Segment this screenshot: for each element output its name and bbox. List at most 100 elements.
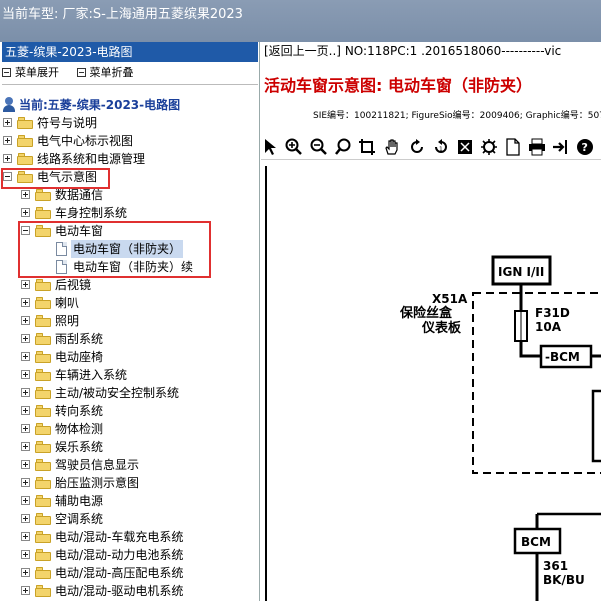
tree-item-hvac[interactable]: 空调系统 <box>0 510 240 528</box>
tree-item-lighting[interactable]: 照明 <box>0 312 240 330</box>
tree-item-label: 照明 <box>55 314 80 328</box>
folder-icon <box>35 513 51 525</box>
tree-item-ev-charging[interactable]: 电动/混动-车载充电系统 <box>0 528 250 546</box>
expand-plus-icon[interactable] <box>21 316 30 325</box>
tree-item-label: 胎压监测示意图 <box>55 476 140 490</box>
page-icon[interactable] <box>503 137 523 157</box>
tree-item-label: 驾驶员信息显示 <box>55 458 140 472</box>
tree-item-horn[interactable]: 喇叭 <box>0 294 240 312</box>
expand-plus-icon[interactable] <box>3 154 12 163</box>
folder-icon <box>17 153 33 165</box>
tree-item-safety-control[interactable]: 主动/被动安全控制系统 <box>0 384 240 402</box>
zoom-in-icon[interactable] <box>284 137 304 157</box>
tree-item-label: 物体检测 <box>55 422 104 436</box>
help-icon[interactable]: ? <box>575 137 595 157</box>
expand-plus-icon[interactable] <box>21 514 30 523</box>
tree-item-power-seats[interactable]: 电动座椅 <box>0 348 240 366</box>
left-tree-panel: 五菱-缤果-2023-电路图 菜单展开 菜单折叠 当前:五菱-缤果-2023-电… <box>0 42 260 601</box>
tree-item-electrical-center[interactable]: 电气中心标示视图 <box>0 132 240 150</box>
nav-line: [返回上一页..] NO:118PC:1 .2016518060--------… <box>264 42 561 59</box>
expand-plus-icon[interactable] <box>21 388 30 397</box>
tree-item-label: 转向系统 <box>55 404 104 418</box>
tree-item-ev-drive-motor[interactable]: 电动/混动-驱动电机系统 <box>0 582 250 600</box>
collapse-icon <box>76 68 86 77</box>
tree-item-wipers[interactable]: 雨刮系统 <box>0 330 240 348</box>
expand-plus-icon[interactable] <box>3 118 12 127</box>
folder-icon <box>35 279 51 291</box>
tree-item-ev-battery[interactable]: 电动/混动-动力电池系统 <box>0 546 250 564</box>
tree-item-label: 线路系统和电源管理 <box>37 152 146 166</box>
pan-hand-icon[interactable] <box>382 137 402 157</box>
expand-plus-icon[interactable] <box>21 460 30 469</box>
folder-icon <box>35 315 51 327</box>
expand-plus-icon[interactable] <box>21 334 30 343</box>
expand-plus-icon[interactable] <box>21 478 30 487</box>
folder-icon <box>35 405 51 417</box>
tree-root[interactable]: 当前:五菱-缤果-2023-电路图 <box>0 96 240 114</box>
wiring-diagram: IGN I/II -BCM X51A 保险丝盒 仪表板 F31D 10A BCM… <box>399 255 601 601</box>
crop-icon[interactable] <box>357 137 377 157</box>
print-icon[interactable] <box>527 137 547 157</box>
wire-color: BK/BU <box>543 573 585 587</box>
tree-item-aux-power[interactable]: 辅助电源 <box>0 492 240 510</box>
expand-plus-icon[interactable] <box>21 532 30 541</box>
folder-icon <box>35 351 51 363</box>
expand-plus-icon[interactable] <box>21 424 30 433</box>
tree-item-label: 车辆进入系统 <box>55 368 128 382</box>
tree-item-entertainment[interactable]: 娱乐系统 <box>0 438 240 456</box>
folder-icon <box>35 477 51 489</box>
bcm-tag-label: -BCM <box>545 350 580 364</box>
folder-icon <box>35 423 51 435</box>
tree-item-wiring-power[interactable]: 线路系统和电源管理 <box>0 150 240 168</box>
tree-toolbar: 菜单展开 菜单折叠 <box>2 64 148 82</box>
fuse-box-name-1: 保险丝盒 <box>399 305 453 321</box>
zoom-out-icon[interactable] <box>309 137 329 157</box>
tree-item-ev-hv-distribution[interactable]: 电动/混动-高压配电系统 <box>0 564 250 582</box>
zoom-search-icon[interactable] <box>334 137 354 157</box>
user-icon <box>2 97 16 113</box>
tree-item-steering[interactable]: 转向系统 <box>0 402 240 420</box>
fit-screen-icon[interactable] <box>455 137 475 157</box>
expand-plus-icon[interactable] <box>21 190 30 199</box>
folder-icon <box>35 531 51 543</box>
tree-item-body-control[interactable]: 车身控制系统 <box>0 204 240 222</box>
expand-plus-icon[interactable] <box>3 136 12 145</box>
pointer-icon[interactable] <box>261 137 281 157</box>
collapse-all-button[interactable]: 菜单折叠 <box>76 64 134 80</box>
tree-item-driver-info[interactable]: 驾驶员信息显示 <box>0 456 240 474</box>
expand-plus-icon[interactable] <box>21 406 30 415</box>
expand-plus-icon[interactable] <box>21 550 30 559</box>
expand-plus-icon[interactable] <box>21 370 30 379</box>
expand-plus-icon[interactable] <box>21 586 30 595</box>
expand-plus-icon[interactable] <box>21 442 30 451</box>
tree-item-symbols[interactable]: 符号与说明 <box>0 114 240 132</box>
expand-plus-icon[interactable] <box>21 280 30 289</box>
tree-item-label: 电动/混动-动力电池系统 <box>55 548 184 562</box>
tree-item-vehicle-access[interactable]: 车辆进入系统 <box>0 366 240 384</box>
back-link[interactable]: [返回上一页..] <box>264 44 341 58</box>
folder-icon <box>35 549 51 561</box>
tree-item-object-detection[interactable]: 物体检测 <box>0 420 240 438</box>
fuse-box-id: X51A <box>432 292 468 306</box>
tree-item-label: 娱乐系统 <box>55 440 104 454</box>
tree-item-tpms[interactable]: 胎压监测示意图 <box>0 474 240 492</box>
expand-all-button[interactable]: 菜单展开 <box>2 64 59 80</box>
export-icon[interactable] <box>551 137 571 157</box>
tree-item-label: 车身控制系统 <box>55 206 128 220</box>
tree-item-label: 电动座椅 <box>55 350 104 364</box>
tree-item-label: 电动/混动-高压配电系统 <box>55 566 184 580</box>
expand-plus-icon[interactable] <box>21 208 30 217</box>
expand-plus-icon[interactable] <box>21 568 30 577</box>
rotate-back-icon[interactable]: 1 <box>431 137 451 157</box>
fuse-box-name-2: 仪表板 <box>421 320 462 336</box>
window-title-bar: 当前车型: 厂家:S-上海通用五菱缤果2023 <box>0 0 601 42</box>
expand-plus-icon[interactable] <box>21 352 30 361</box>
tree-item-mirrors[interactable]: 后视镜 <box>0 276 240 294</box>
rotate-icon[interactable] <box>407 137 427 157</box>
expand-plus-icon[interactable] <box>21 298 30 307</box>
settings-gear-icon[interactable] <box>479 137 499 157</box>
tree-item-label: 电气中心标示视图 <box>37 134 134 148</box>
wiring-diagram-canvas[interactable]: IGN I/II -BCM X51A 保险丝盒 仪表板 F31D 10A BCM… <box>265 166 601 601</box>
expand-plus-icon[interactable] <box>21 496 30 505</box>
bcm-label: BCM <box>521 535 551 549</box>
